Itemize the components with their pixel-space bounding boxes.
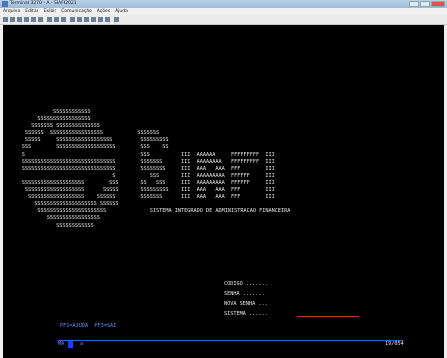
nova-senha-label: NOVA SENHA ... bbox=[224, 301, 268, 307]
terminal-app-icon bbox=[2, 1, 8, 7]
menu-acoes[interactable]: Ações bbox=[97, 8, 110, 15]
codigo-label: CODIGO ....... bbox=[224, 281, 268, 287]
cursor-position: 19/054 bbox=[385, 341, 404, 347]
menu-arquivo[interactable]: Arquivo bbox=[3, 8, 20, 15]
refresh-icon[interactable] bbox=[105, 17, 110, 22]
new-session-icon[interactable] bbox=[3, 17, 8, 22]
close-button[interactable] bbox=[431, 1, 445, 7]
toolbar bbox=[0, 15, 447, 25]
keyboard-icon[interactable] bbox=[98, 17, 103, 22]
help-icon[interactable] bbox=[114, 17, 119, 22]
siafi-logo-art: SSSSSSSSSSSS SSSSSSSSSSSSSSSSS SSSSSSS S… bbox=[21, 109, 291, 229]
status-indicator: MA bbox=[58, 341, 65, 347]
connect-icon[interactable] bbox=[47, 17, 52, 22]
record-icon[interactable] bbox=[77, 17, 82, 22]
menu-ajuda[interactable]: Ajuda bbox=[115, 8, 128, 15]
print-icon[interactable] bbox=[24, 17, 29, 22]
macro-icon[interactable] bbox=[70, 17, 75, 22]
keyboard-lock-indicator bbox=[68, 341, 73, 348]
window-title: Terminal 3270 - A - SIAFI2021 bbox=[10, 1, 77, 6]
status-separator bbox=[58, 340, 403, 341]
menu-bar: Arquivo Editar Exibir Comunicação Ações … bbox=[0, 8, 447, 15]
maximize-button[interactable] bbox=[420, 1, 430, 7]
menu-editar[interactable]: Editar bbox=[25, 8, 38, 15]
terminal-screen[interactable]: SSSSSSSSSSSS SSSSSSSSSSSSSSSSS SSSSSSS S… bbox=[3, 25, 444, 358]
sistema-label: SISTEMA ...... bbox=[224, 311, 268, 317]
window-controls bbox=[409, 1, 445, 7]
senha-label: SENHA ....... bbox=[224, 291, 265, 297]
play-icon[interactable] bbox=[84, 17, 89, 22]
minimize-button[interactable] bbox=[409, 1, 419, 7]
settings-icon[interactable] bbox=[61, 17, 66, 22]
pf-keys-hint: PF1=AJUDA PF3=SAI bbox=[60, 323, 117, 329]
window-titlebar: Terminal 3270 - A - SIAFI2021 bbox=[0, 0, 447, 8]
menu-comunicacao[interactable]: Comunicação bbox=[61, 8, 91, 15]
disconnect-icon[interactable] bbox=[54, 17, 59, 22]
status-mode: a bbox=[80, 341, 84, 347]
menu-exibir[interactable]: Exibir bbox=[44, 8, 57, 15]
copy-icon[interactable] bbox=[31, 17, 36, 22]
sistema-input[interactable] bbox=[297, 316, 359, 317]
paste-icon[interactable] bbox=[38, 17, 43, 22]
open-icon[interactable] bbox=[10, 17, 15, 22]
save-icon[interactable] bbox=[17, 17, 22, 22]
stop-icon[interactable] bbox=[91, 17, 96, 22]
